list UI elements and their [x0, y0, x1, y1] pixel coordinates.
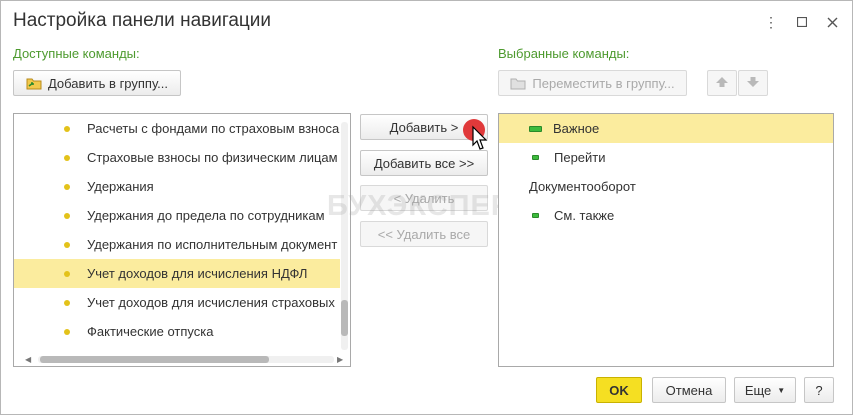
available-commands-list[interactable]: Расчеты с фондами по страховым взноса Стр… [13, 113, 351, 367]
arrow-down-icon [746, 76, 760, 91]
dropdown-arrow-icon: ▼ [777, 385, 786, 395]
vertical-scrollbar[interactable] [341, 122, 348, 350]
selected-commands-list[interactable]: Важное Перейти Документооборот См. также [498, 113, 834, 367]
help-button-label: ? [815, 382, 823, 398]
list-item[interactable]: Перейти [499, 143, 833, 172]
horizontal-scroll-thumb[interactable] [40, 356, 269, 363]
selected-commands-label: Выбранные команды: [498, 46, 630, 61]
available-commands-label: Доступные команды: [13, 46, 140, 61]
list-item[interactable]: Фактические отпуска [14, 317, 340, 346]
cursor-icon [471, 125, 491, 156]
list-item-label: Учет доходов для исчисления НДФЛ [87, 266, 308, 281]
list-item-label: Фактические отпуска [87, 324, 214, 339]
move-to-group-button[interactable]: Переместить в группу... [498, 70, 687, 96]
list-item[interactable]: Удержания [14, 172, 340, 201]
more-actions-label: Еще [744, 382, 772, 398]
ok-button-label: OK [609, 382, 629, 398]
move-up-button[interactable] [707, 70, 737, 96]
remove-all-button-label: << Удалить все [377, 226, 471, 242]
folder-add-icon [26, 76, 42, 90]
more-icon[interactable]: ⋮ [761, 11, 781, 33]
more-actions-button[interactable]: Еще ▼ [734, 377, 796, 403]
list-item[interactable]: Страховые взносы по физическим лицам [14, 143, 340, 172]
bullet-icon [64, 154, 70, 161]
list-item-label: Перейти [554, 150, 606, 165]
list-item[interactable]: Расчеты с фондами по страховым взноса [14, 114, 340, 143]
add-button-label: Добавить > [389, 119, 459, 135]
add-to-group-label: Добавить в группу... [47, 75, 169, 91]
list-item[interactable]: Удержания по исполнительным документ [14, 230, 340, 259]
list-item[interactable]: Учет доходов для исчисления НДФЛ [14, 259, 340, 288]
help-button[interactable]: ? [804, 377, 834, 403]
list-item-label: Расчеты с фондами по страховым взноса [87, 121, 340, 136]
list-item[interactable]: Учет доходов для исчисления страховых [14, 288, 340, 317]
bullet-icon [64, 125, 70, 132]
list-item-label: Удержания до предела по сотрудникам [87, 208, 325, 223]
bullet-icon [64, 328, 70, 335]
cancel-button-label: Отмена [665, 382, 713, 398]
list-item[interactable]: Документооборот [499, 172, 833, 201]
maximize-icon[interactable] [792, 11, 812, 33]
scroll-left-arrow-icon[interactable]: ◀ [25, 355, 31, 364]
bullet-icon [64, 183, 70, 190]
list-item-label: Важное [553, 121, 600, 136]
dialog-title: Настройка панели навигации [13, 10, 272, 31]
horizontal-scrollbar[interactable] [38, 356, 334, 363]
list-item[interactable]: Важное [499, 114, 833, 143]
bullet-icon [64, 299, 70, 306]
ok-button[interactable]: OK [596, 377, 642, 403]
close-icon[interactable] [822, 11, 842, 33]
folder-move-icon [510, 76, 526, 90]
remove-all-button[interactable]: << Удалить все [360, 221, 488, 247]
list-item[interactable]: Удержания до предела по сотрудникам [14, 201, 340, 230]
group-bar-icon [529, 125, 542, 132]
list-item-label: Страховые взносы по физическим лицам [87, 150, 338, 165]
command-icon [532, 213, 539, 218]
dialog-window: Настройка панели навигации ⋮ Доступные к… [0, 0, 853, 415]
add-all-button-label: Добавить все >> [373, 155, 475, 171]
cancel-button[interactable]: Отмена [652, 377, 726, 403]
vertical-scroll-thumb[interactable] [341, 300, 348, 336]
scroll-right-arrow-icon[interactable]: ▶ [337, 355, 343, 364]
add-all-button[interactable]: Добавить все >> [360, 150, 488, 176]
arrow-up-icon [715, 76, 729, 91]
move-to-group-label: Переместить в группу... [532, 75, 675, 91]
move-down-button[interactable] [738, 70, 768, 96]
add-to-group-button[interactable]: Добавить в группу... [13, 70, 181, 96]
list-item-label: Удержания [87, 179, 154, 194]
bullet-icon [64, 270, 70, 277]
command-icon [532, 155, 539, 160]
list-item[interactable]: См. также [499, 201, 833, 230]
list-item-label: Документооборот [529, 179, 636, 194]
list-item-label: См. также [554, 208, 615, 223]
list-item-label: Учет доходов для исчисления страховых [87, 295, 335, 310]
list-item-label: Удержания по исполнительным документ [87, 237, 338, 252]
bullet-icon [64, 212, 70, 219]
bullet-icon [64, 241, 70, 248]
